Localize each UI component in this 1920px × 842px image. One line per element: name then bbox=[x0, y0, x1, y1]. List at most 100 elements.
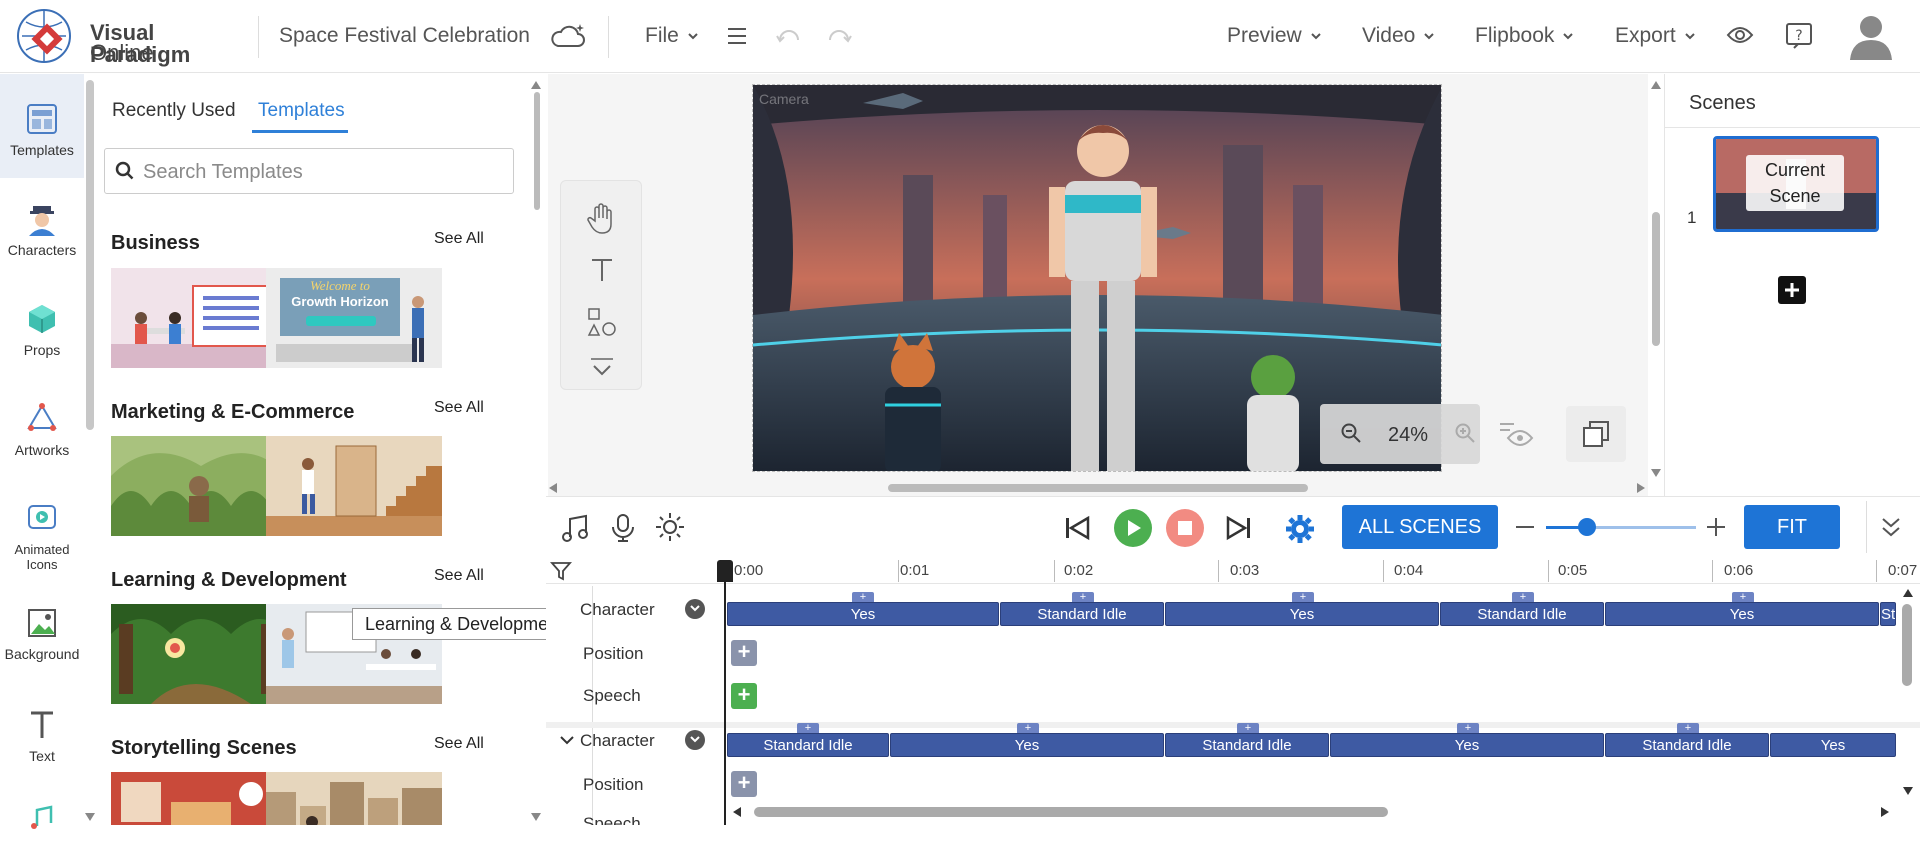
scene-thumbnail[interactable]: Current Scene bbox=[1713, 136, 1879, 232]
file-menu[interactable]: File bbox=[645, 24, 699, 48]
add-keyframe-tab[interactable]: + bbox=[1512, 592, 1534, 603]
template-thumbnail[interactable] bbox=[266, 772, 442, 825]
scroll-up-icon[interactable] bbox=[1902, 588, 1914, 598]
animation-segment[interactable]: Standard Idle bbox=[727, 733, 889, 757]
sidebar-item-artworks[interactable]: Artworks bbox=[0, 402, 84, 458]
template-thumbnail[interactable] bbox=[111, 268, 287, 368]
undo-icon[interactable] bbox=[776, 24, 802, 46]
add-scene-button[interactable] bbox=[1778, 276, 1806, 304]
view-options-icon[interactable] bbox=[1498, 420, 1534, 446]
scroll-up-icon[interactable] bbox=[530, 80, 542, 90]
lighting-icon[interactable] bbox=[654, 511, 686, 543]
add-keyframe-tab[interactable]: + bbox=[1072, 592, 1094, 603]
scroll-down-icon[interactable] bbox=[530, 812, 542, 822]
stage-horizontal-scrollbar[interactable] bbox=[888, 484, 1308, 492]
chevron-down-icon[interactable] bbox=[560, 736, 574, 746]
scroll-right-icon[interactable] bbox=[1880, 806, 1890, 818]
add-keyframe-tab[interactable]: + bbox=[1237, 723, 1259, 734]
sidebar-item-background[interactable]: Background bbox=[0, 606, 84, 662]
panel-scrollbar[interactable] bbox=[534, 92, 540, 210]
redo-icon[interactable] bbox=[826, 24, 852, 46]
tab-templates[interactable]: Templates bbox=[258, 100, 345, 122]
chevron-down-icon[interactable] bbox=[589, 357, 615, 377]
skip-to-start-icon[interactable] bbox=[1064, 515, 1090, 541]
app-logo[interactable]: Visual Paradigm Online bbox=[16, 8, 246, 66]
sidebar-item-text[interactable]: Text bbox=[0, 708, 84, 764]
see-all-link[interactable]: See All bbox=[434, 567, 484, 585]
stop-button[interactable] bbox=[1166, 509, 1204, 547]
filter-icon[interactable] bbox=[550, 560, 572, 582]
scroll-down-icon[interactable] bbox=[1902, 786, 1914, 796]
animation-segment[interactable]: Yes bbox=[1330, 733, 1604, 757]
see-all-link[interactable]: See All bbox=[434, 735, 484, 753]
zoom-out-timeline-icon[interactable] bbox=[1516, 526, 1534, 528]
layers-button[interactable] bbox=[1566, 406, 1626, 462]
add-keyframe-tab[interactable]: + bbox=[1732, 592, 1754, 603]
add-keyframe-tab[interactable]: + bbox=[797, 723, 819, 734]
slider-handle[interactable] bbox=[1577, 518, 1596, 536]
scroll-right-icon[interactable] bbox=[1636, 482, 1646, 494]
add-keyframe-tab[interactable]: + bbox=[1017, 723, 1039, 734]
animation-segment[interactable]: Standard Idle bbox=[1440, 602, 1604, 626]
add-position-button[interactable]: + bbox=[731, 771, 757, 797]
add-speech-button[interactable]: + bbox=[731, 683, 757, 709]
sidebar-scrollbar[interactable] bbox=[86, 80, 94, 430]
hand-tool-icon[interactable] bbox=[587, 203, 617, 235]
animation-segment[interactable]: Yes bbox=[1165, 602, 1439, 626]
sidebar-item-characters[interactable]: Characters bbox=[0, 202, 84, 258]
add-keyframe-tab[interactable]: + bbox=[1457, 723, 1479, 734]
scroll-up-icon[interactable] bbox=[1650, 80, 1662, 90]
timeline-zoom-slider[interactable] bbox=[1546, 518, 1696, 536]
stage-vertical-scrollbar[interactable] bbox=[1652, 212, 1660, 346]
eye-icon[interactable] bbox=[1726, 24, 1754, 46]
shapes-tool-icon[interactable] bbox=[587, 307, 617, 337]
timeline-horizontal-scrollbar[interactable] bbox=[754, 807, 1388, 817]
skip-to-end-icon[interactable] bbox=[1226, 515, 1252, 541]
template-thumbnail[interactable] bbox=[111, 772, 287, 825]
zoom-in-timeline-icon[interactable] bbox=[1706, 517, 1726, 537]
animation-segment[interactable]: Yes bbox=[727, 602, 999, 626]
add-keyframe-tab[interactable]: + bbox=[852, 592, 874, 603]
add-keyframe-tab[interactable]: + bbox=[1677, 723, 1699, 734]
template-thumbnail[interactable] bbox=[111, 604, 287, 704]
scroll-down-icon[interactable] bbox=[1650, 468, 1662, 478]
sidebar-item-props[interactable]: Props bbox=[0, 302, 84, 358]
tab-recently-used[interactable]: Recently Used bbox=[112, 100, 236, 122]
animation-segment[interactable]: Standard Idle bbox=[1605, 733, 1769, 757]
export-menu[interactable]: Export bbox=[1615, 24, 1696, 48]
animation-segment[interactable]: Yes bbox=[890, 733, 1164, 757]
animation-segment[interactable]: Yes bbox=[1605, 602, 1879, 626]
zoom-in-icon[interactable] bbox=[1454, 422, 1476, 444]
animation-segment[interactable]: Standard Idle bbox=[1000, 602, 1164, 626]
add-position-button[interactable]: + bbox=[731, 640, 757, 666]
search-input[interactable]: Search Templates bbox=[104, 148, 514, 194]
sidebar-item-animated-icons[interactable]: Animated Icons bbox=[0, 502, 84, 572]
add-keyframe-tab[interactable]: + bbox=[1292, 592, 1314, 603]
sidebar-item-templates[interactable]: Templates bbox=[0, 74, 84, 178]
collapse-timeline-icon[interactable] bbox=[1880, 515, 1902, 539]
settings-icon[interactable] bbox=[1284, 513, 1316, 545]
animation-segment[interactable]: Standard Idle bbox=[1165, 733, 1329, 757]
project-title[interactable]: Space Festival Celebration bbox=[279, 24, 530, 48]
animation-segment[interactable]: Yes bbox=[1770, 733, 1896, 757]
see-all-link[interactable]: See All bbox=[434, 399, 484, 417]
scroll-left-icon[interactable] bbox=[732, 806, 742, 818]
sidebar-item-more[interactable] bbox=[0, 802, 84, 842]
see-all-link[interactable]: See All bbox=[434, 230, 484, 248]
track-options-button[interactable] bbox=[685, 730, 705, 750]
play-button[interactable] bbox=[1114, 509, 1152, 547]
playhead-handle[interactable] bbox=[717, 560, 733, 582]
preview-menu[interactable]: Preview bbox=[1227, 24, 1322, 48]
microphone-icon[interactable] bbox=[610, 513, 636, 543]
template-thumbnail[interactable] bbox=[266, 436, 442, 536]
track-options-button[interactable] bbox=[685, 599, 705, 619]
text-tool-icon[interactable] bbox=[589, 257, 615, 283]
flipbook-menu[interactable]: Flipbook bbox=[1475, 24, 1574, 48]
scroll-left-icon[interactable] bbox=[548, 482, 558, 494]
cloud-saved-icon[interactable] bbox=[550, 22, 586, 50]
animation-segment[interactable]: St bbox=[1880, 602, 1896, 626]
template-thumbnail[interactable] bbox=[111, 436, 287, 536]
music-icon[interactable] bbox=[560, 513, 590, 543]
fit-button[interactable]: FIT bbox=[1744, 505, 1840, 549]
user-avatar-icon[interactable] bbox=[1848, 12, 1894, 60]
